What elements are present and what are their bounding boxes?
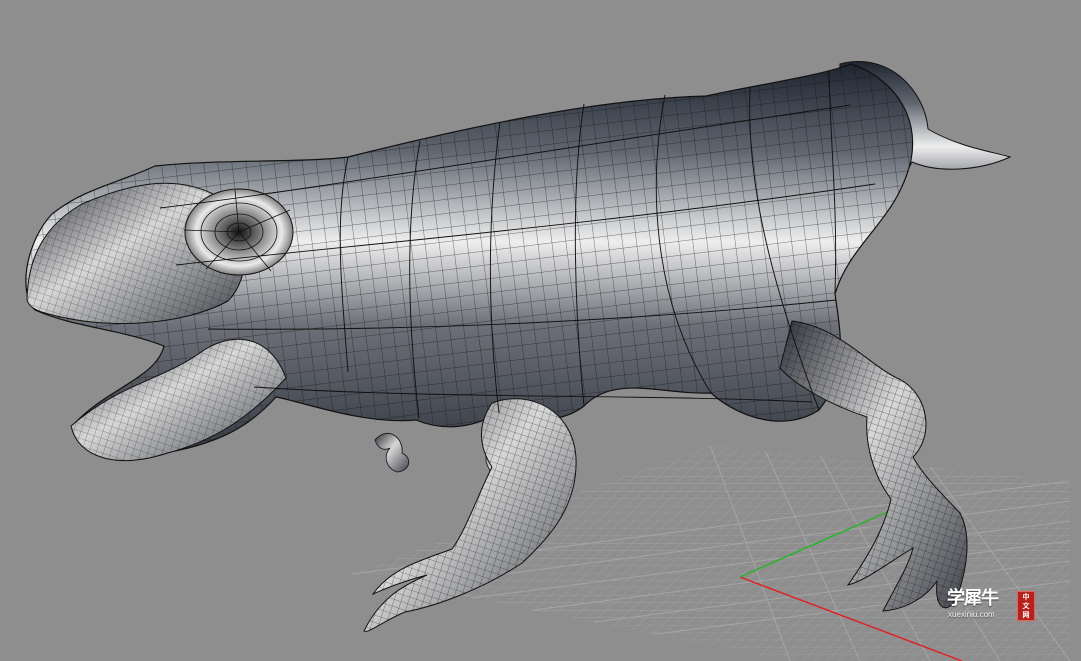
watermark-text-group: 学犀牛 xuexiniu.com <box>947 589 1013 623</box>
rhino-perspective-viewport[interactable]: 学犀牛 xuexiniu.com 中 文 网 <box>0 0 1081 661</box>
watermark-domain: xuexiniu.com <box>948 610 995 619</box>
watermark-title: 学犀牛 <box>947 588 999 608</box>
watermark-badge-line: 中 <box>1022 593 1030 601</box>
watermark-badge-line: 文 <box>1022 602 1030 610</box>
watermark-badge-line: 网 <box>1022 611 1030 619</box>
site-watermark: 学犀牛 xuexiniu.com 中 文 网 <box>947 589 1043 623</box>
viewport-scene <box>25 61 1070 661</box>
watermark-badge: 中 文 网 <box>1017 591 1035 621</box>
trex-small-arm[interactable] <box>374 433 410 473</box>
